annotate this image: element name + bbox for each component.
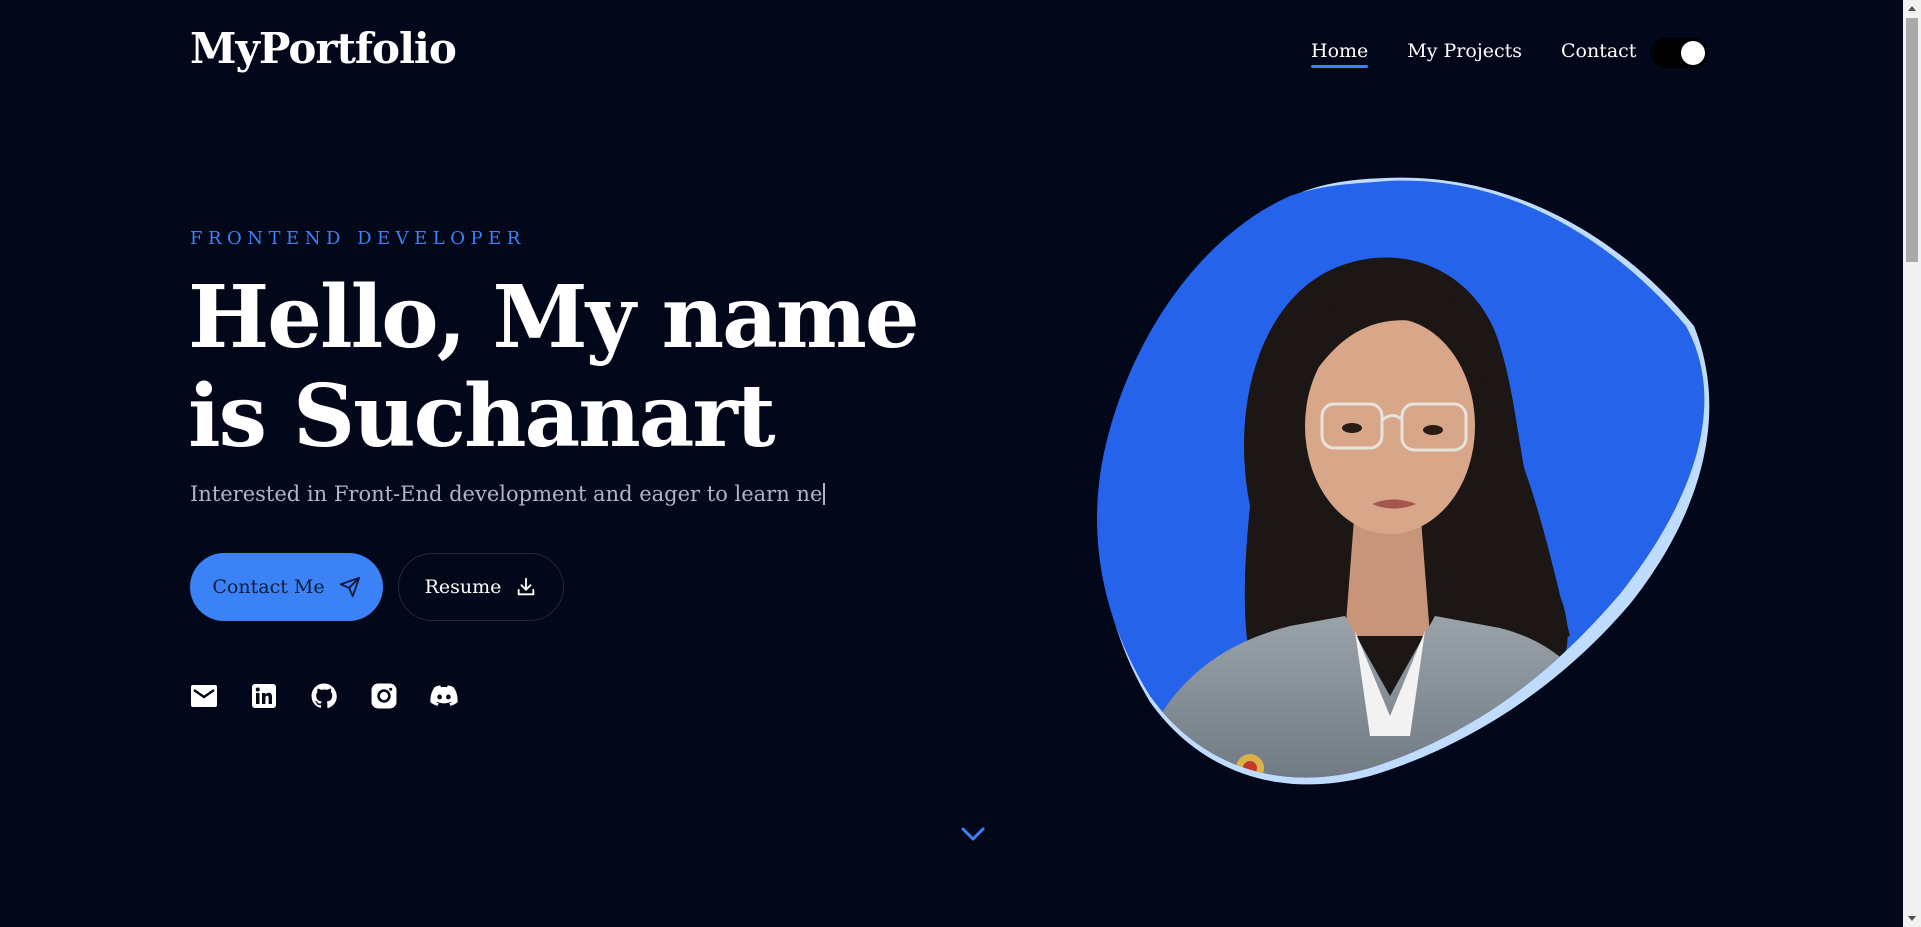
github-link[interactable] [310,682,338,710]
download-icon [518,577,535,596]
triangle-up-icon [1908,6,1916,11]
scroll-down-button[interactable] [958,822,988,846]
linkedin-icon [252,684,276,708]
hero-title: Hello, My name is Suchanart [188,268,948,466]
main-nav: Home My Projects Contact [1311,40,1675,68]
instagram-icon [371,683,397,709]
portfolio-page: MyPortfolio Home My Projects Contact FRO… [0,0,1903,927]
chevron-down-icon [961,827,985,841]
social-links [190,682,490,710]
hero-title-line-2: is Suchanart [188,366,776,467]
site-logo[interactable]: MyPortfolio [190,24,457,73]
profile-portrait [1090,176,1710,786]
nav-item-home[interactable]: Home [1311,40,1369,68]
hero-subtitle: Interested in Front-End development and … [190,482,826,506]
contact-me-button[interactable]: Contact Me [190,553,383,621]
scrollbar-thumb[interactable] [1906,18,1918,262]
nav-item-contact[interactable]: Contact [1561,40,1636,68]
page-scrollbar[interactable] [1903,0,1921,927]
instagram-link[interactable] [370,682,398,710]
email-link[interactable] [190,682,218,710]
typewriter-text: Interested in Front-End development and … [190,482,823,506]
contact-me-label: Contact Me [212,576,325,598]
nav-item-my-projects[interactable]: My Projects [1407,40,1522,68]
role-eyebrow: FRONTEND DEVELOPER [190,228,526,249]
github-icon [311,683,337,709]
theme-toggle[interactable] [1651,38,1708,68]
scroll-up-arrow[interactable] [1903,0,1921,17]
paper-plane-icon [339,576,360,598]
profile-photo [1097,177,1710,785]
theme-toggle-knob [1681,41,1705,65]
discord-icon [430,685,458,706]
discord-link[interactable] [430,682,458,710]
triangle-down-icon [1908,916,1916,921]
email-icon [191,685,217,707]
resume-label: Resume [424,576,502,598]
typing-caret [823,483,826,505]
linkedin-link[interactable] [250,682,278,710]
scroll-down-arrow[interactable] [1903,910,1921,927]
hero-title-line-1: Hello, My name [188,267,920,368]
resume-button[interactable]: Resume [398,553,564,621]
